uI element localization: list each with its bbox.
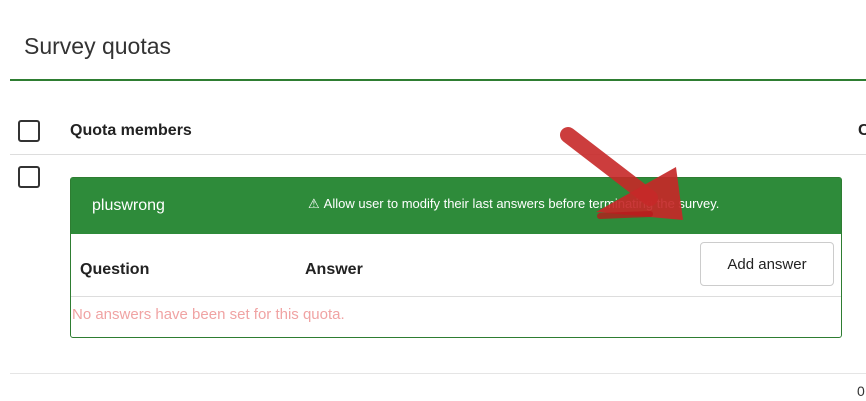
empty-answers-message: No answers have been set for this quota. <box>72 306 345 323</box>
pagination-count: 0 <box>857 383 865 399</box>
row-select-checkbox[interactable] <box>18 166 40 188</box>
warning-icon: ⚠ <box>308 196 320 211</box>
title-divider <box>10 79 866 81</box>
quota-name: pluswrong <box>92 197 165 214</box>
column-header-answer: Answer <box>305 261 363 278</box>
column-header-question: Question <box>80 261 150 278</box>
quota-card-header: pluswrong ⚠ Allow user to modify their la… <box>71 178 841 234</box>
add-answer-button[interactable]: Add answer <box>700 242 834 286</box>
table-bottom-divider <box>10 373 866 374</box>
table-header: Quota members C <box>10 112 866 155</box>
column-header-truncated[interactable]: C <box>858 122 866 140</box>
quota-note: ⚠ Allow user to modify their last answers… <box>308 196 719 212</box>
quota-answers-header: Question Answer Add answer <box>71 234 841 297</box>
select-all-checkbox[interactable] <box>18 120 40 142</box>
page-title: Survey quotas <box>24 33 172 59</box>
column-header-quota-members[interactable]: Quota members <box>70 122 192 140</box>
quota-note-text: Allow user to modify their last answers … <box>323 196 720 211</box>
